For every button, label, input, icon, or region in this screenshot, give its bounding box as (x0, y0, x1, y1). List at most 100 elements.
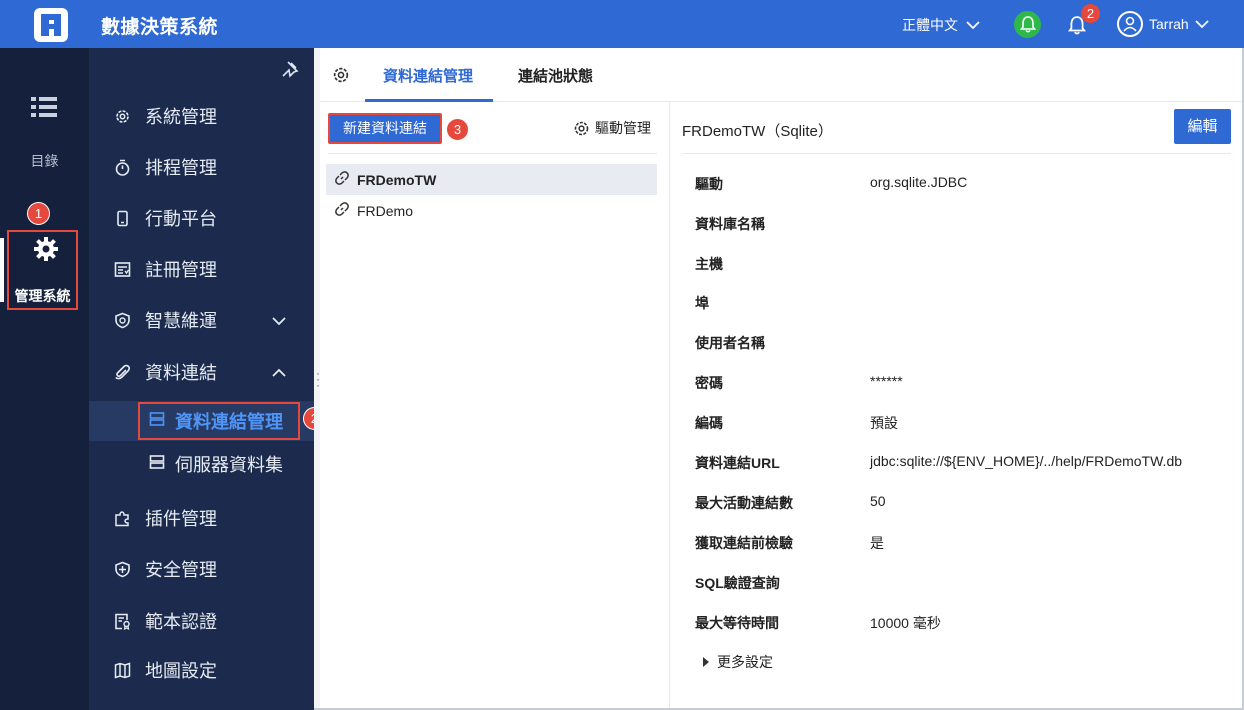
nav-item-label: 註冊管理 (145, 260, 217, 280)
nav-item-smart-ops[interactable]: 智慧維運 (89, 300, 314, 340)
link-icon (334, 170, 350, 189)
property-value: 50 (870, 493, 886, 509)
catalog-label[interactable]: 目錄 (0, 151, 89, 171)
link-icon (334, 201, 350, 220)
property-key: 主機 (695, 256, 723, 272)
tab-bar: 資料連結管理 連結池狀態 (320, 48, 1244, 102)
property-value: jdbc:sqlite://${ENV_HOME}/../help/FRDemo… (870, 453, 1183, 469)
detail-title: FRDemoTW（Sqlite） (682, 123, 833, 140)
property-row: 編碼 預設 (695, 413, 1235, 433)
property-value: 是 (870, 535, 884, 551)
more-settings-toggle[interactable]: 更多設定 (703, 652, 773, 672)
nav-item-system[interactable]: 系統管理 (89, 96, 314, 136)
property-value: org.sqlite.JDBC (870, 174, 968, 190)
property-key: 資料連結URL (695, 455, 780, 471)
nav-item-label: 安全管理 (145, 560, 217, 580)
property-row: 使用者名稱 (695, 333, 1235, 353)
property-key: 編碼 (695, 415, 723, 431)
gear-icon (574, 121, 589, 135)
connection-name: FRDemo (357, 202, 414, 219)
gear-icon (33, 236, 59, 265)
nav-item-map[interactable]: 地圖設定 (89, 650, 314, 690)
nav-item-plugins[interactable]: 插件管理 (89, 498, 314, 538)
shield-icon (113, 560, 131, 578)
driver-management-label: 驅動管理 (595, 120, 651, 136)
driver-management-button[interactable]: 驅動管理 (573, 118, 651, 138)
language-label: 正體中文 (902, 17, 958, 33)
nav-item-schedule[interactable]: 排程管理 (89, 147, 314, 187)
avatar (1117, 11, 1143, 37)
ops-icon (113, 311, 131, 329)
message-bell-icon[interactable] (1014, 11, 1041, 38)
property-row: 獲取連結前檢驗 是 (695, 533, 1235, 553)
paperclip-icon (113, 363, 131, 381)
nav-sub-label: 伺服器資料集 (175, 455, 283, 475)
property-row: 最大等待時間 10000 毫秒 (695, 613, 1235, 633)
puzzle-icon (113, 509, 131, 527)
connection-item[interactable]: FRDemoTW (326, 164, 657, 195)
admin-system-label: 管理系統 (14, 288, 71, 304)
gear-icon[interactable] (332, 66, 350, 87)
caret-right-icon (703, 657, 709, 667)
nav-item-data-connection[interactable]: 資料連結 (89, 352, 314, 392)
connection-item[interactable]: FRDemo (326, 195, 657, 226)
user-icon (1123, 16, 1137, 32)
property-value: ****** (870, 373, 903, 389)
language-selector[interactable]: 正體中文 (902, 15, 980, 35)
nav-item-mobile[interactable]: 行動平台 (89, 198, 314, 238)
dataset-icon (149, 454, 165, 475)
property-key: 獲取連結前檢驗 (695, 535, 793, 551)
catalog-list-icon[interactable] (31, 96, 57, 121)
step-badge-1: 1 (27, 202, 50, 225)
tab-connection-management[interactable]: 資料連結管理 (383, 65, 473, 86)
property-row: SQL驗證查詢 (695, 573, 1235, 593)
property-value: 預設 (870, 415, 898, 431)
chevron-down-icon (966, 21, 980, 30)
new-connection-button[interactable]: 新建資料連結 (328, 113, 442, 144)
connection-name: FRDemoTW (357, 171, 437, 188)
chevron-up-icon (271, 362, 287, 383)
property-row: 驅動 org.sqlite.JDBC (695, 174, 1235, 194)
property-key: 使用者名稱 (695, 335, 765, 351)
property-key: 驅動 (695, 176, 723, 192)
property-row: 主機 (695, 254, 1235, 274)
nav-item-security[interactable]: 安全管理 (89, 549, 314, 589)
property-key: 埠 (695, 295, 709, 311)
nav-item-label: 插件管理 (145, 509, 217, 529)
pin-icon[interactable] (281, 60, 299, 81)
property-key: 資料庫名稱 (695, 216, 765, 232)
module-rail: 目錄 管理系統 1 (0, 48, 89, 710)
nav-item-label: 範本認證 (145, 612, 217, 632)
certificate-icon (113, 612, 131, 630)
property-value: 10000 毫秒 (870, 615, 941, 631)
tab-pool-status[interactable]: 連結池狀態 (518, 65, 593, 86)
app-title: 數據決策系統 (101, 17, 219, 38)
nav-item-register[interactable]: 註冊管理 (89, 249, 314, 289)
nav-item-label: 地圖設定 (145, 661, 217, 681)
property-key: 最大活動連結數 (695, 495, 793, 511)
property-row: 埠 (695, 293, 1235, 313)
admin-system-button[interactable]: 管理系統 (7, 230, 78, 310)
admin-sidenav: 系統管理 排程管理 行動平台 註冊管理 智慧維運 資料連結 資料連結管理 2 伺… (89, 48, 326, 710)
username: Tarrah (1149, 16, 1189, 32)
user-menu[interactable]: Tarrah (1117, 11, 1209, 37)
nav-item-label: 智慧維運 (145, 311, 217, 331)
property-row: 資料連結URL jdbc:sqlite://${ENV_HOME}/../help… (695, 453, 1235, 473)
step-badge-3: 3 (446, 118, 469, 141)
timer-icon (113, 158, 131, 176)
edit-button[interactable]: 編輯 (1174, 109, 1231, 144)
app-logo[interactable] (34, 8, 68, 42)
property-key: 最大等待時間 (695, 615, 779, 631)
property-row: 最大活動連結數 50 (695, 493, 1235, 513)
highlight-box (138, 402, 300, 440)
mobile-icon (113, 209, 131, 227)
more-settings-label: 更多設定 (717, 654, 773, 670)
property-row: 密碼 ****** (695, 373, 1235, 393)
nav-item-template-cert[interactable]: 範本認證 (89, 601, 314, 641)
nav-item-label: 排程管理 (145, 158, 217, 178)
chevron-down-icon (271, 310, 287, 331)
nav-item-label: 系統管理 (145, 107, 217, 127)
divider (682, 153, 1231, 154)
nav-sub-server-dataset[interactable]: 伺服器資料集 (89, 444, 314, 484)
notification-count-badge: 2 (1081, 4, 1100, 23)
